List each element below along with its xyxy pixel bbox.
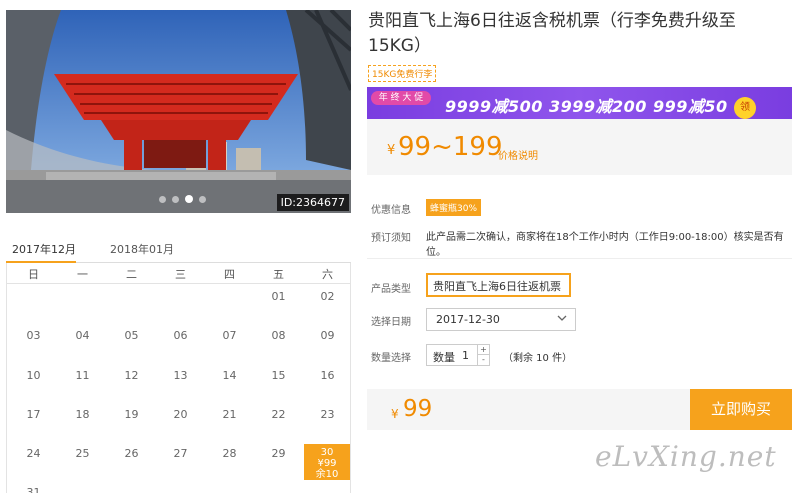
weekday-label: 二 xyxy=(126,268,137,281)
banner-badge: 年 终 大 促 xyxy=(371,91,431,105)
stepper-buttons: + - xyxy=(477,345,489,365)
calendar-day[interactable]: 08 xyxy=(254,329,303,342)
slide-dot[interactable] xyxy=(159,195,166,203)
price-explanation-link[interactable]: 价格说明 xyxy=(498,147,538,162)
calendar-day[interactable]: 03 xyxy=(9,329,58,342)
coupon-coin-icon[interactable]: 领 xyxy=(734,92,756,119)
calendar-day[interactable]: 23 xyxy=(303,408,352,421)
calendar-day[interactable]: 22 xyxy=(254,408,303,421)
weekday-label: 五 xyxy=(273,268,284,281)
slide-indicator xyxy=(159,195,206,203)
slide-dot[interactable] xyxy=(199,195,206,203)
buy-now-button[interactable]: 立即购买 xyxy=(690,389,792,430)
calendar-day[interactable]: 25 xyxy=(58,447,107,460)
calendar-day[interactable]: 02 xyxy=(303,290,352,303)
banner-discount-text: 9999减500 3999减200 999减50 xyxy=(445,97,728,116)
date-select[interactable]: 2017-12-30 xyxy=(426,308,576,331)
tab-month-dec[interactable]: 2017年12月 xyxy=(12,241,76,257)
calendar-days: 01 02 03 04 05 06 07 08 09 10 11 12 13 14 15 16 17 18 19 20… xyxy=(6,284,351,493)
select-date-label: 选择日期 xyxy=(371,317,411,328)
calendar-day[interactable]: 18 xyxy=(58,408,107,421)
calendar-day[interactable]: 28 xyxy=(205,447,254,460)
weekday-label: 日 xyxy=(28,268,39,281)
calendar-day[interactable]: 13 xyxy=(156,369,205,382)
currency-symbol: ¥ xyxy=(387,143,396,158)
calendar-day[interactable]: 27 xyxy=(156,447,205,460)
calendar-day[interactable]: 31 xyxy=(9,486,58,493)
slide-dot-active[interactable] xyxy=(185,195,193,203)
calendar-month-tabs: 2017年12月 2018年01月 xyxy=(6,240,351,264)
product-photo[interactable]: ID:2364677 xyxy=(6,10,351,213)
calendar-day[interactable]: 04 xyxy=(58,329,107,342)
calendar-day[interactable]: 17 xyxy=(9,408,58,421)
calendar-day[interactable]: 19 xyxy=(107,408,156,421)
calendar-day[interactable]: 15 xyxy=(254,369,303,382)
date-value: 2017-12-30 xyxy=(436,313,500,326)
weekday-label: 三 xyxy=(175,268,186,281)
total-price: 99 xyxy=(403,396,433,422)
slide-dot[interactable] xyxy=(172,195,179,203)
coupon-coin-label: 领 xyxy=(734,97,756,119)
selected-day-price: ¥99 xyxy=(317,458,337,469)
calendar-day[interactable]: 26 xyxy=(107,447,156,460)
calendar-day[interactable]: 24 xyxy=(9,447,58,460)
calendar-day[interactable]: 16 xyxy=(303,369,352,382)
calendar-day[interactable]: 20 xyxy=(156,408,205,421)
product-type-label: 产品类型 xyxy=(371,284,411,295)
booking-notice-label: 预订须知 xyxy=(371,233,411,244)
calendar-day[interactable]: 14 xyxy=(205,369,254,382)
calendar-day[interactable]: 06 xyxy=(156,329,205,342)
booking-notice-text: 此产品需二次确认，商家将在18个工作小时内（工作日9:00-18:00）核实是否… xyxy=(426,232,784,258)
site-watermark: eLvXing.net xyxy=(595,440,777,473)
calendar-day[interactable]: 10 xyxy=(9,369,58,382)
calendar-day[interactable]: 05 xyxy=(107,329,156,342)
photo-id-badge: ID:2364677 xyxy=(276,194,349,211)
quantity-stepper[interactable]: 数量 1 + - xyxy=(426,344,490,366)
calendar-weekday-header: 日 一 二 三 四 五 六 xyxy=(6,263,351,284)
promo-tag: 蜂蜜瓶30% xyxy=(426,199,482,216)
calendar-day[interactable]: 29 xyxy=(254,447,303,460)
calendar-day[interactable]: 21 xyxy=(205,408,254,421)
quantity-value[interactable]: 1 xyxy=(462,349,469,362)
pavilion-image xyxy=(6,10,351,213)
calendar-day[interactable]: 12 xyxy=(107,369,156,382)
calendar: 日 一 二 三 四 五 六 01 02 03 04 05 06 07 08 09 10 11 12 13… xyxy=(6,263,351,493)
calendar-day[interactable]: 01 xyxy=(254,290,303,303)
calendar-day[interactable]: 09 xyxy=(303,329,352,342)
calendar-day[interactable]: 11 xyxy=(58,369,107,382)
divider xyxy=(367,258,792,259)
quantity-field-label: 数量 xyxy=(433,351,455,364)
promo-banner[interactable]: 年 终 大 促 9999减500 3999减200 999减50 领 xyxy=(367,87,792,119)
decrement-button[interactable]: - xyxy=(478,355,489,365)
promo-info-label: 优惠信息 xyxy=(371,205,411,216)
tab-month-jan[interactable]: 2018年01月 xyxy=(110,241,174,257)
product-type-option[interactable]: 贵阳直飞上海6日往返机票 xyxy=(426,273,571,297)
calendar-day[interactable]: 07 xyxy=(205,329,254,342)
selected-day-day: 30 xyxy=(320,447,334,458)
product-title: 贵阳直飞上海6日往返含税机票（行李免费升级至15KG） xyxy=(368,11,736,56)
price-panel: ¥ 99~199 价格说明 xyxy=(367,119,792,175)
luggage-tag: 15KG免费行李 xyxy=(368,65,437,82)
weekday-label: 六 xyxy=(322,268,333,281)
weekday-label: 四 xyxy=(224,268,235,281)
chevron-down-icon xyxy=(557,315,567,321)
total-currency: ¥ xyxy=(391,407,399,421)
calendar-day-selected[interactable]: 30 ¥99 余10 xyxy=(304,444,350,480)
stock-remaining: （剩余 10 件） xyxy=(503,353,573,364)
price-range: 99~199 xyxy=(398,132,503,162)
increment-button[interactable]: + xyxy=(478,345,489,355)
quantity-label: 数量选择 xyxy=(371,353,411,364)
weekday-label: 一 xyxy=(77,268,88,281)
selected-day-stock: 余10 xyxy=(315,469,339,480)
